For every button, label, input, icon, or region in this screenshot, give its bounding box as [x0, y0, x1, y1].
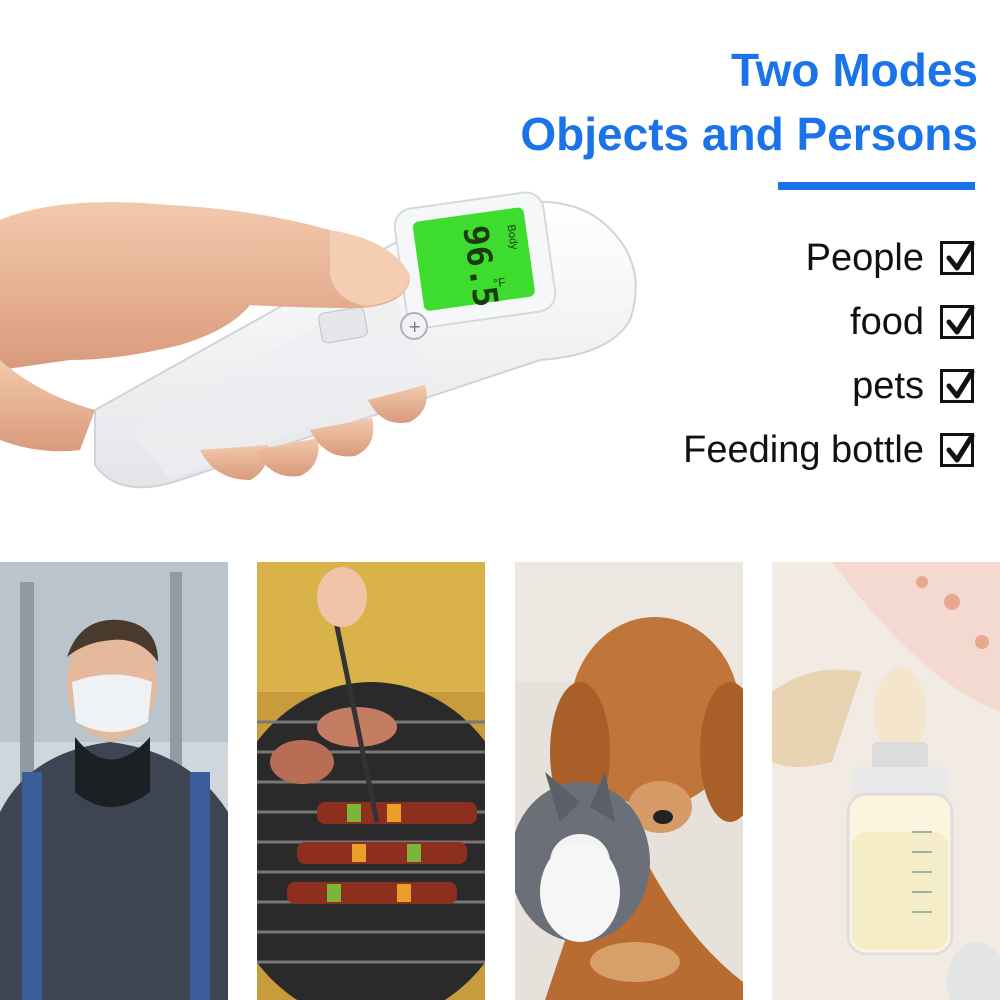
headline: Two Modes Objects and Persons — [378, 38, 978, 166]
checkbox — [940, 369, 975, 403]
photo-person-with-mask — [0, 562, 228, 1000]
photo-feeding-bottle — [772, 562, 1000, 1000]
headline-line-1: Two Modes — [730, 44, 978, 96]
plus-icon: + — [408, 317, 421, 336]
checkbox — [940, 241, 975, 275]
use-case-label: Feeding bottle — [683, 428, 924, 471]
use-case-label: food — [850, 300, 924, 343]
check-icon — [946, 305, 975, 335]
use-case-label: People — [805, 236, 924, 279]
headline-line-2: Objects and Persons — [520, 108, 978, 160]
checkbox — [940, 433, 975, 467]
photo-dog-and-cat — [515, 562, 743, 1000]
lcd-unit: °F — [492, 275, 506, 291]
hand-holding-thermometer: Body 96.5 °F + — [0, 180, 650, 520]
check-icon — [946, 369, 975, 399]
title-underline — [778, 182, 975, 190]
check-icon — [946, 433, 975, 463]
checkbox — [940, 305, 975, 339]
photo-barbecue-grill — [257, 562, 485, 1000]
check-icon — [946, 241, 975, 271]
use-case-label: pets — [852, 364, 924, 407]
